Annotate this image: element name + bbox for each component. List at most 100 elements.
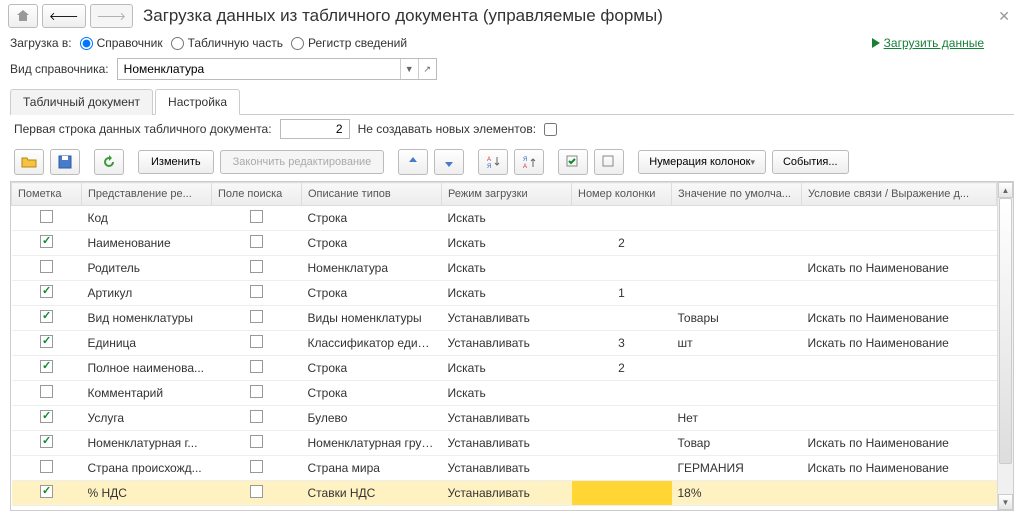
cell-cond[interactable]	[802, 231, 997, 256]
cell-default[interactable]: Товар	[672, 431, 802, 456]
table-row[interactable]: КодСтрокаИскать	[12, 206, 997, 231]
mark-checkbox[interactable]	[40, 285, 53, 298]
cell-cond[interactable]	[802, 381, 997, 406]
cell-types[interactable]: Булево	[302, 406, 442, 431]
search-checkbox[interactable]	[250, 210, 263, 223]
cell-types[interactable]: Страна мира	[302, 456, 442, 481]
table-row[interactable]: Единица Классификатор едини...Устанавлива…	[12, 331, 997, 356]
check-all-icon[interactable]	[558, 149, 588, 175]
cell-mode[interactable]: Устанавливать	[442, 406, 572, 431]
firstrow-input[interactable]	[280, 119, 350, 139]
cell-num[interactable]	[572, 256, 672, 281]
cell-cond[interactable]	[802, 206, 997, 231]
cell-num[interactable]	[572, 431, 672, 456]
vertical-scrollbar[interactable]: ▲ ▼	[997, 182, 1013, 510]
cell-default[interactable]: ГЕРМАНИЯ	[672, 456, 802, 481]
search-checkbox[interactable]	[250, 335, 263, 348]
cell-cond[interactable]	[802, 356, 997, 381]
mark-checkbox[interactable]	[40, 235, 53, 248]
mark-checkbox[interactable]	[40, 210, 53, 223]
cell-default[interactable]	[672, 506, 802, 511]
sort-asc-icon[interactable]: АЯ	[478, 149, 508, 175]
search-checkbox[interactable]	[250, 410, 263, 423]
cell-repr[interactable]: Страна происхожд...	[82, 456, 212, 481]
mark-checkbox[interactable]	[40, 460, 53, 473]
cell-types[interactable]: Строка	[302, 381, 442, 406]
table-row[interactable]: Номенклатурная г...Номенклатурная группа…	[12, 431, 997, 456]
search-checkbox[interactable]	[250, 310, 263, 323]
cell-types[interactable]: Строка	[302, 231, 442, 256]
cell-repr[interactable]: Артикул	[82, 281, 212, 306]
table-row[interactable]: Статья затратСтатья затратИскатьИскать п…	[12, 506, 997, 511]
col-search[interactable]: Поле поиска	[212, 183, 302, 206]
cell-num[interactable]	[572, 481, 672, 506]
cell-default[interactable]	[672, 256, 802, 281]
search-checkbox[interactable]	[250, 360, 263, 373]
cell-repr[interactable]: Комментарий	[82, 381, 212, 406]
cell-mode[interactable]: Искать	[442, 256, 572, 281]
cell-repr[interactable]: Услуга	[82, 406, 212, 431]
search-checkbox[interactable]	[250, 260, 263, 273]
cell-default[interactable]: Товары	[672, 306, 802, 331]
cell-default[interactable]: Нет	[672, 406, 802, 431]
folder-open-icon[interactable]	[14, 149, 44, 175]
cell-default[interactable]	[672, 281, 802, 306]
search-checkbox[interactable]	[250, 285, 263, 298]
cell-num[interactable]	[572, 456, 672, 481]
cell-types[interactable]: Номенклатура	[302, 256, 442, 281]
nocreate-checkbox[interactable]	[544, 123, 557, 136]
col-mark[interactable]: Пометка	[12, 183, 82, 206]
cell-repr[interactable]: Код	[82, 206, 212, 231]
col-repr[interactable]: Представление ре...	[82, 183, 212, 206]
cell-num[interactable]: 2	[572, 231, 672, 256]
cell-cond[interactable]	[802, 481, 997, 506]
table-row[interactable]: Услуга БулевоУстанавливать Нет	[12, 406, 997, 431]
cell-types[interactable]: Классификатор едини...	[302, 331, 442, 356]
change-button[interactable]: Изменить	[138, 150, 214, 174]
table-row[interactable]: АртикулСтрокаИскать1	[12, 281, 997, 306]
dict-combo[interactable]: ▼ ↗	[117, 58, 437, 80]
cell-default[interactable]: шт	[672, 331, 802, 356]
cell-types[interactable]: Ставки НДС	[302, 481, 442, 506]
search-checkbox[interactable]	[250, 485, 263, 498]
cell-types[interactable]: Виды номенклатуры	[302, 306, 442, 331]
cell-repr[interactable]: Единица	[82, 331, 212, 356]
cell-mode[interactable]: Искать	[442, 506, 572, 511]
cell-mode[interactable]: Устанавливать	[442, 331, 572, 356]
search-checkbox[interactable]	[250, 235, 263, 248]
save-icon[interactable]	[50, 149, 80, 175]
cell-num[interactable]: 3	[572, 331, 672, 356]
mark-checkbox[interactable]	[40, 385, 53, 398]
sort-desc-icon[interactable]: ЯА	[514, 149, 544, 175]
cell-cond[interactable]: Искать по Наименование	[802, 456, 997, 481]
cell-num[interactable]	[572, 506, 672, 511]
cell-mode[interactable]: Устанавливать	[442, 431, 572, 456]
tab-settings[interactable]: Настройка	[155, 89, 240, 115]
table-row[interactable]: КомментарийСтрокаИскать	[12, 381, 997, 406]
scroll-up-icon[interactable]: ▲	[998, 182, 1013, 198]
cell-default[interactable]	[672, 356, 802, 381]
mark-checkbox[interactable]	[40, 410, 53, 423]
mark-checkbox[interactable]	[40, 310, 53, 323]
cell-types[interactable]: Строка	[302, 356, 442, 381]
cell-cond[interactable]: Искать по Наименование	[802, 256, 997, 281]
cell-default[interactable]	[672, 381, 802, 406]
table-row[interactable]: НаименованиеСтрокаИскать2	[12, 231, 997, 256]
cell-mode[interactable]: Искать	[442, 281, 572, 306]
cell-mode[interactable]: Искать	[442, 206, 572, 231]
load-data-link[interactable]: Загрузить данные	[872, 36, 984, 50]
mark-checkbox[interactable]	[40, 360, 53, 373]
settings-table[interactable]: Пометка Представление ре... Поле поиска …	[11, 182, 997, 510]
cell-cond[interactable]: Искать по Наименование	[802, 306, 997, 331]
cell-repr[interactable]: Статья затрат	[82, 506, 212, 511]
cell-repr[interactable]: Полное наименова...	[82, 356, 212, 381]
cell-mode[interactable]: Искать	[442, 356, 572, 381]
table-row[interactable]: Полное наименова... СтрокаИскать2	[12, 356, 997, 381]
mark-checkbox[interactable]	[40, 435, 53, 448]
cell-types[interactable]: Статья затрат	[302, 506, 442, 511]
events-button[interactable]: События...	[772, 150, 849, 174]
scroll-down-icon[interactable]: ▼	[998, 494, 1013, 510]
cell-num[interactable]	[572, 306, 672, 331]
col-default[interactable]: Значение по умолча...	[672, 183, 802, 206]
cell-num[interactable]: 2	[572, 356, 672, 381]
